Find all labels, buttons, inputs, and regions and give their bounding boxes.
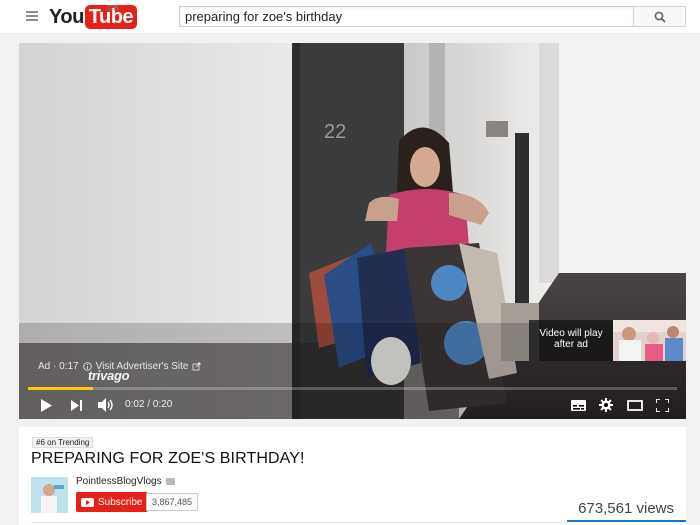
- channel-avatar[interactable]: [31, 477, 68, 513]
- masthead: You Tube GB preparing for zoe's birthday: [0, 0, 700, 34]
- time-display: 0:02 / 0:20: [125, 399, 173, 410]
- subscribe-label: Subscribe: [98, 496, 143, 508]
- subtitles-icon: [570, 399, 586, 411]
- next-video-text: Video will play after ad: [529, 320, 613, 361]
- logo-you: You: [49, 5, 84, 28]
- views-underline: [567, 520, 686, 522]
- trending-badge[interactable]: #6 on Trending: [32, 437, 94, 448]
- ad-progress-bar[interactable]: [28, 387, 677, 390]
- search-button[interactable]: [633, 6, 686, 27]
- door-number: 22: [324, 121, 346, 143]
- external-link-icon: [193, 362, 201, 371]
- subtitles-button[interactable]: [570, 396, 586, 414]
- player-controls: 0:02 / 0:20: [19, 391, 686, 419]
- ad-progress-fill: [28, 387, 93, 390]
- theater-mode-icon: [627, 399, 643, 411]
- next-button[interactable]: [70, 396, 84, 414]
- view-count: 673,561 views: [578, 500, 674, 517]
- ad-label: Ad · 0:17: [38, 361, 79, 372]
- channel-name-label[interactable]: PointlessBlogVlogs: [76, 476, 162, 487]
- volume-button[interactable]: [97, 396, 115, 414]
- youtube-logo[interactable]: You Tube GB: [49, 4, 138, 29]
- search-input[interactable]: preparing for zoe's birthday: [179, 6, 634, 27]
- play-button[interactable]: [39, 396, 53, 414]
- video-player[interactable]: 22 Ad · 0:17 Visit Advertiser's Site tri…: [19, 43, 686, 419]
- divider: [31, 522, 567, 523]
- subscribe-button[interactable]: Subscribe: [76, 492, 149, 512]
- video-title: PREPARING FOR ZOE'S BIRTHDAY!: [31, 450, 305, 467]
- menu-icon[interactable]: [26, 11, 38, 21]
- region-label: GB: [107, 4, 119, 13]
- search-icon: [654, 11, 666, 23]
- advertiser-brand: trivago: [88, 368, 130, 383]
- settings-button[interactable]: [598, 396, 614, 414]
- video-info-panel: #6 on Trending PREPARING FOR ZOE'S BIRTH…: [19, 427, 686, 525]
- verified-icon: [165, 478, 175, 485]
- fullscreen-button[interactable]: [654, 396, 670, 414]
- play-icon: [40, 398, 52, 412]
- next-video-preview[interactable]: Video will play after ad: [529, 320, 686, 361]
- next-video-thumbnail[interactable]: [613, 320, 686, 361]
- volume-icon: [97, 398, 113, 412]
- channel-name[interactable]: PointlessBlogVlogs: [76, 476, 175, 487]
- youtube-play-icon: [81, 497, 94, 507]
- skip-next-icon: [71, 399, 82, 411]
- theater-mode-button[interactable]: [626, 396, 644, 414]
- subscriber-count: 3,867,485: [146, 493, 199, 511]
- gear-icon: [599, 398, 613, 412]
- fullscreen-icon: [655, 398, 669, 412]
